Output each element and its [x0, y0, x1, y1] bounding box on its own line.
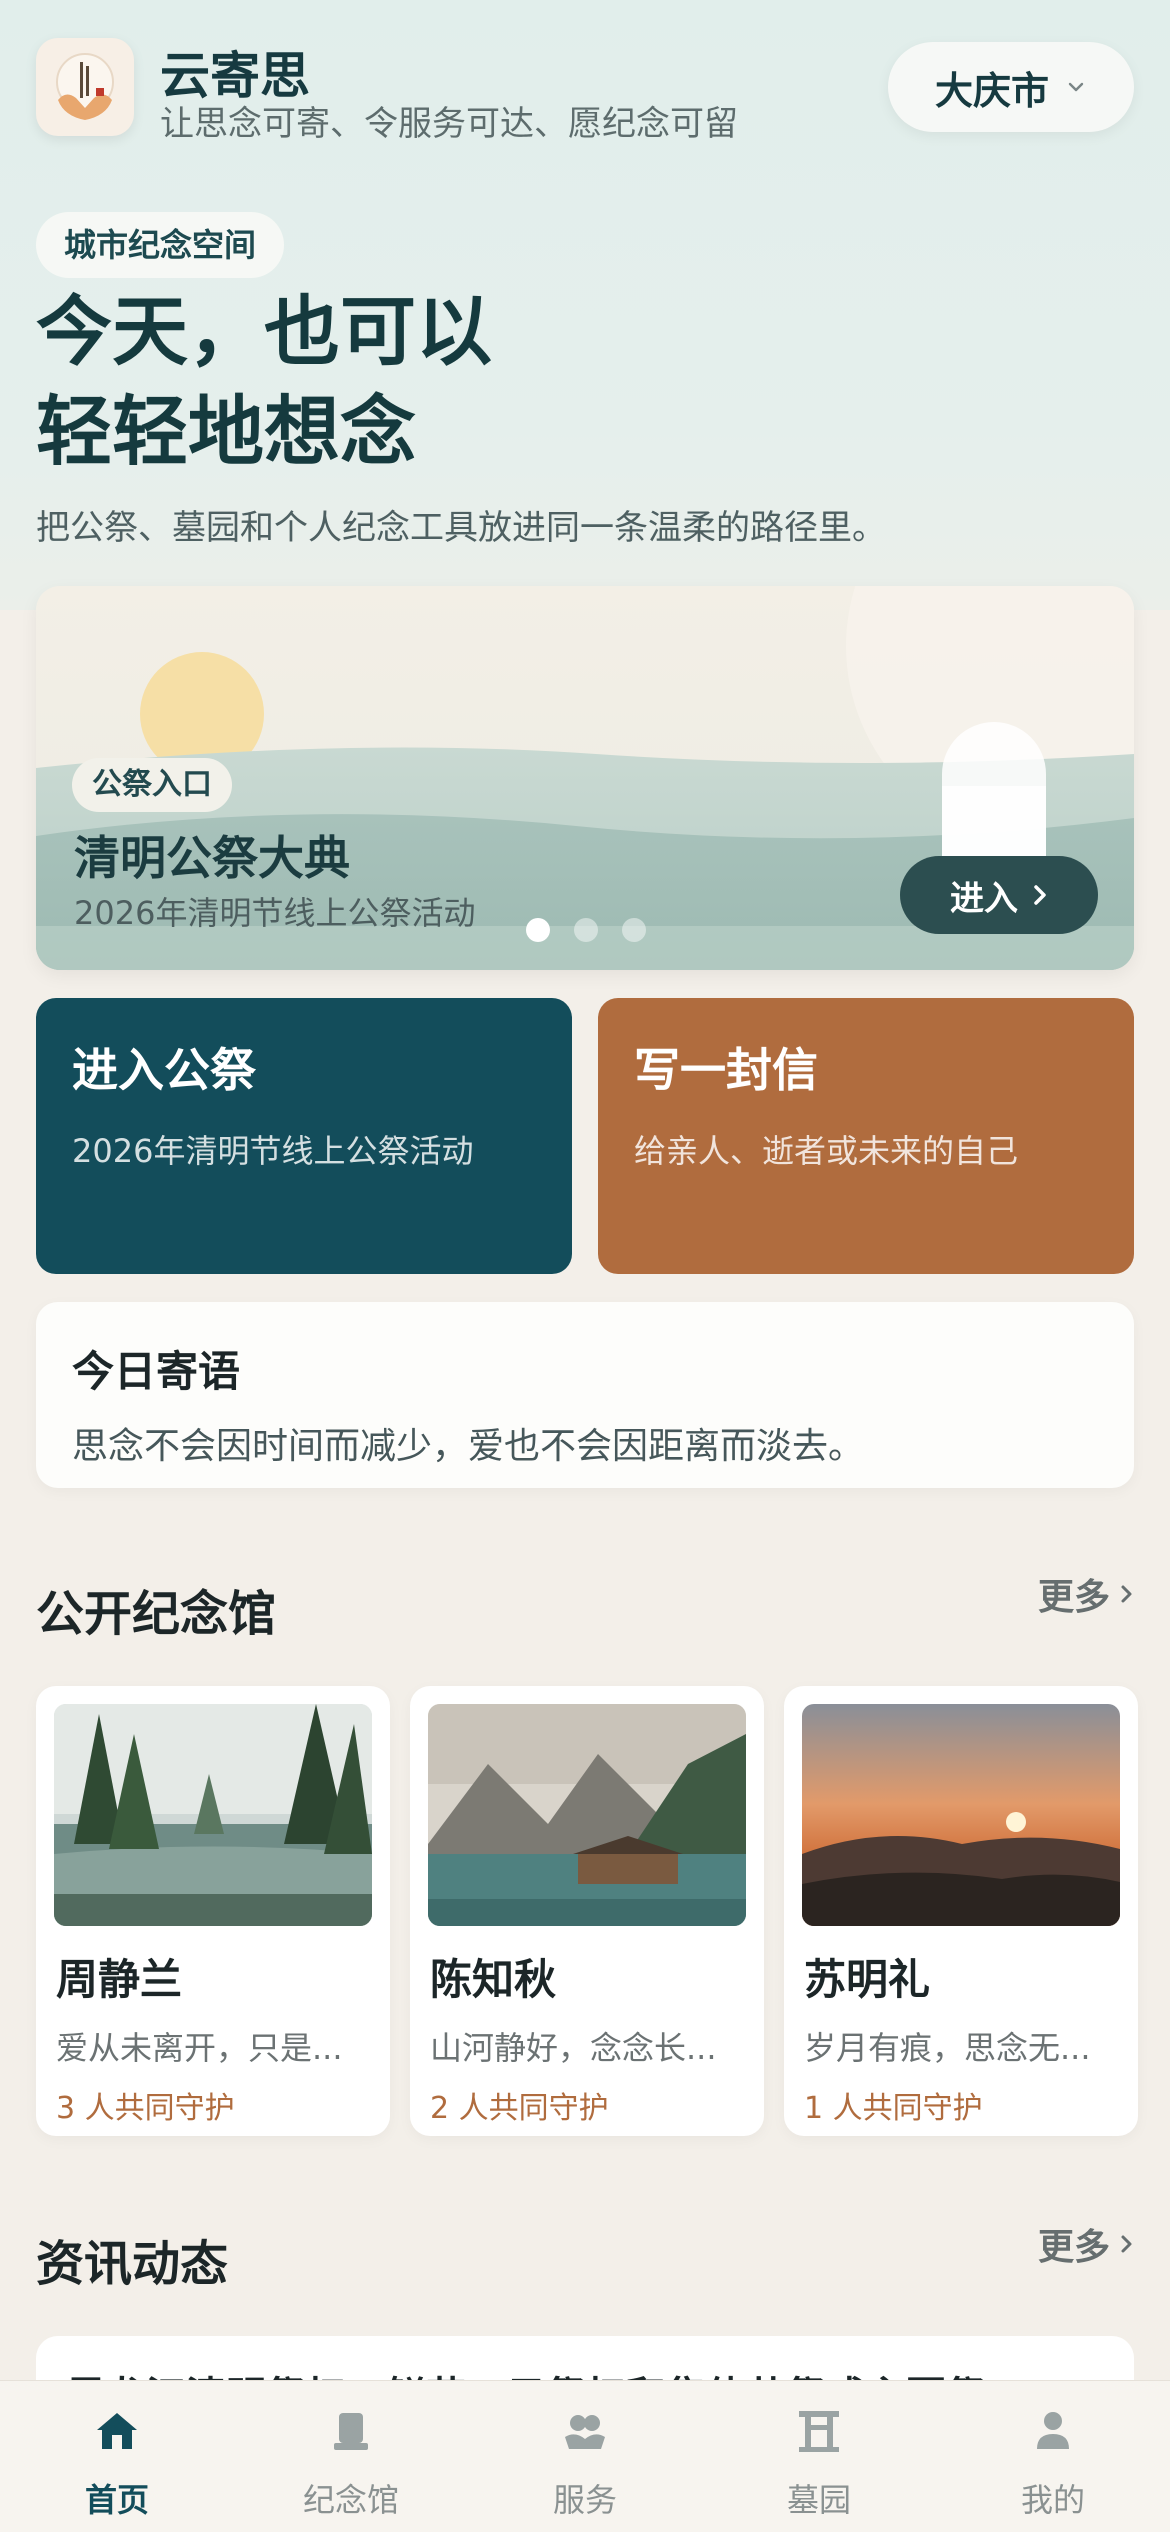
chevron-right-icon: [1121, 1585, 1132, 1603]
quote-text: 思念不会因时间而减少，爱也不会因距离而淡去。: [72, 1426, 865, 1467]
hero-title: 今天，也可以 轻轻地想念: [36, 282, 492, 482]
banner-subtitle: 2026年清明节线上公祭活动: [74, 894, 476, 932]
banner-enter-label: 进入: [950, 878, 1018, 919]
action-title: 进入公祭: [72, 1043, 256, 1097]
chevron-right-icon: [1121, 2235, 1132, 2253]
memorial-name: 周静兰: [56, 1955, 183, 2004]
chevron-right-icon: [1034, 885, 1046, 905]
banner-tag: 公祭入口: [72, 758, 232, 812]
memorial-guardian-count: 3 人共同守护: [56, 2091, 235, 2126]
memorial-card[interactable]: 周静兰 爱从未离开，只是... 3 人共同守护: [36, 1686, 390, 2136]
tab-service[interactable]: 服务: [468, 2381, 702, 2532]
tab-home[interactable]: 首页: [0, 2381, 234, 2532]
memorial-description: 山河静好，念念长...: [430, 2029, 717, 2067]
memorial-card[interactable]: 陈知秋 山河静好，念念长... 2 人共同守护: [410, 1686, 764, 2136]
cemetery-icon: [799, 2411, 839, 2452]
memorial-photo-sunset: [802, 1704, 1120, 1926]
memorial-name: 陈知秋: [430, 1955, 557, 2004]
hero-title-line1: 今天，也可以: [36, 287, 492, 376]
more-label: 更多: [1037, 2227, 1110, 2268]
tab-label: 服务: [552, 2481, 617, 2519]
memorial-photo-forest-lake: [54, 1704, 372, 1926]
tab-label: 墓园: [786, 2481, 851, 2519]
home-icon: [97, 2413, 137, 2449]
write-letter-card[interactable]: 写一封信 给亲人、逝者或未来的自己: [598, 998, 1134, 1274]
app-logo: [36, 38, 134, 136]
quote-title: 今日寄语: [72, 1347, 241, 1396]
hero-title-line2: 轻轻地想念: [36, 387, 416, 476]
action-title: 写一封信: [634, 1043, 818, 1097]
more-label: 更多: [1037, 1577, 1110, 1618]
carousel-dot[interactable]: [574, 918, 598, 942]
city-label: 大庆市: [934, 68, 1049, 113]
carousel-dot[interactable]: [622, 918, 646, 942]
bottom-tab-bar: 首页 纪念馆 服务 墓园 我的: [0, 2380, 1170, 2532]
header: 云寄思 让思念可寄、令服务可达、愿纪念可留 大庆市: [36, 36, 1134, 144]
tab-label: 纪念馆: [302, 2481, 399, 2519]
memorial-card[interactable]: 苏明礼 岁月有痕，思念无... 1 人共同守护: [784, 1686, 1138, 2136]
memorial-description: 爱从未离开，只是...: [56, 2029, 343, 2067]
memorial-name: 苏明礼: [804, 1955, 931, 2004]
memorial-photo-mountain-lake: [428, 1704, 746, 1926]
news-section-title: 资讯动态: [36, 2236, 229, 2292]
carousel-dot-active[interactable]: [526, 918, 550, 942]
tab-cemetery[interactable]: 墓园: [702, 2381, 936, 2532]
enter-public-memorial-card[interactable]: 进入公祭 2026年清明节线上公祭活动: [36, 998, 572, 1274]
banner-enter-button[interactable]: 进入: [900, 856, 1098, 934]
tab-label: 首页: [84, 2481, 149, 2519]
city-selector[interactable]: 大庆市: [888, 42, 1134, 132]
hero-subtitle: 把公祭、墓园和个人纪念工具放进同一条温柔的路径里。: [36, 508, 886, 548]
profile-icon: [1037, 2412, 1069, 2449]
memorials-more-link[interactable]: 更多: [1038, 1568, 1134, 1620]
memorial-guardian-count: 1 人共同守护: [804, 2091, 983, 2126]
news-more-link[interactable]: 更多: [1038, 2218, 1134, 2270]
memorial-description: 岁月有痕，思念无...: [804, 2029, 1091, 2067]
action-subtitle: 2026年清明节线上公祭活动: [72, 1132, 474, 1170]
tab-memorial-hall[interactable]: 纪念馆: [234, 2381, 468, 2532]
memorials-section-title: 公开纪念馆: [36, 1586, 277, 1642]
service-icon: [565, 2415, 605, 2449]
memorial-guardian-count: 2 人共同守护: [430, 2091, 609, 2126]
app-slogan: 让思念可寄、令服务可达、愿纪念可留: [160, 104, 738, 144]
banner-carousel[interactable]: 公祭入口 清明公祭大典 2026年清明节线上公祭活动 进入: [36, 586, 1134, 970]
memorial-hall-icon: [334, 2413, 368, 2450]
banner-title: 清明公祭大典: [74, 831, 350, 885]
carousel-dots: [526, 918, 646, 942]
home-page: 云寄思 让思念可寄、令服务可达、愿纪念可留 大庆市 城市纪念空间 今天，也可以 …: [0, 0, 1170, 2532]
action-subtitle: 给亲人、逝者或未来的自己: [634, 1132, 1019, 1170]
tab-label: 我的: [1020, 2481, 1085, 2519]
tab-profile[interactable]: 我的: [936, 2381, 1170, 2532]
space-tag: 城市纪念空间: [36, 212, 285, 278]
chevron-down-icon: [1068, 82, 1084, 92]
daily-quote-card: 今日寄语 思念不会因时间而减少，爱也不会因距离而淡去。: [36, 1302, 1134, 1488]
